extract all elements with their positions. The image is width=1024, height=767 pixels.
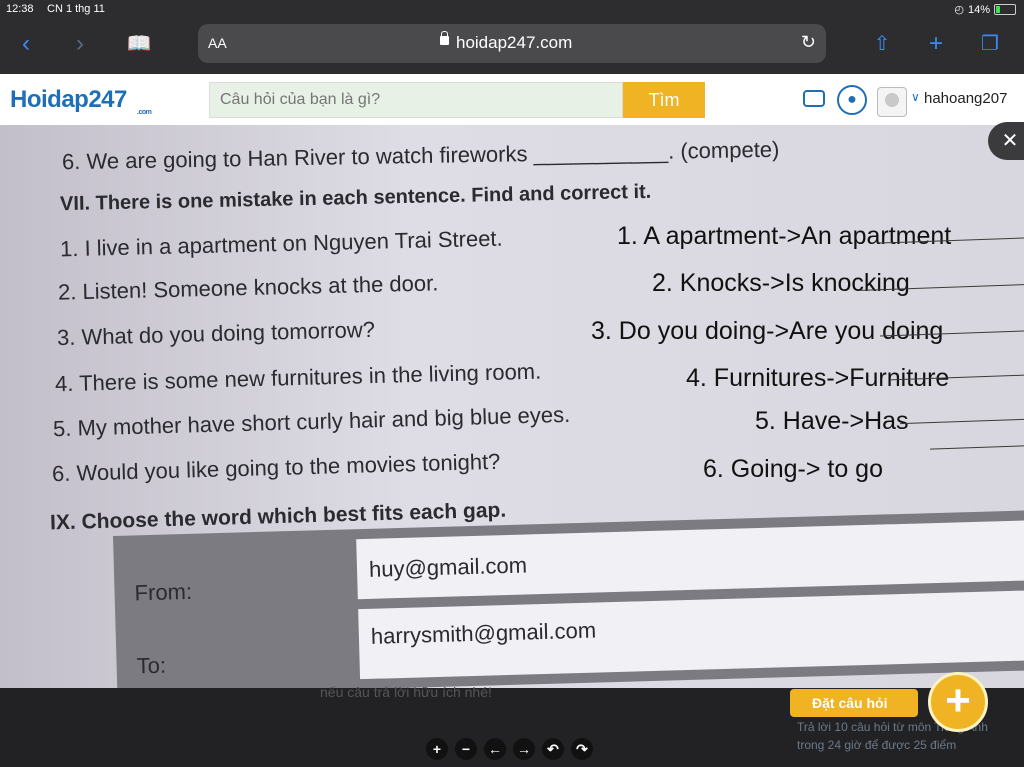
search-button[interactable]: Tìm [623,82,705,118]
url-text: hoidap247.com [456,33,573,52]
to-label: To: [136,652,167,679]
battery-percent: 14% [967,3,990,16]
search-input[interactable] [209,82,623,118]
background-text: nếu câu trả lời hữu ích nhé! [320,684,492,700]
tabs-icon[interactable]: ❐ [976,30,1004,58]
wifi-icon: ◴ [954,4,964,16]
email-table: From: huy@gmail.com To: harrysmith@gmail… [113,510,1024,688]
answer-1: 1. A apartment->An apartment [617,222,952,250]
site-logo[interactable]: Hoidap247 .com [10,86,152,116]
new-tab-icon[interactable]: + [922,30,950,58]
bookmarks-icon[interactable]: 📖 [125,30,153,58]
zoom-in-icon[interactable]: + [426,738,448,760]
answer-6: 6. Going-> to go [703,455,883,483]
ask-question-label[interactable]: Đặt câu hỏi [790,689,918,717]
close-icon[interactable]: ✕ [988,122,1024,160]
battery-icon [994,4,1016,15]
reader-aa-button[interactable]: AA [208,35,227,51]
answer-2: 2. Knocks->Is knocking [652,269,910,297]
rotate-right-icon[interactable]: ↷ [571,738,593,760]
username[interactable]: hahoang207 [924,90,1007,107]
zoom-out-icon[interactable]: − [455,738,477,760]
reload-icon[interactable]: ↻ [801,32,816,53]
chat-icon[interactable] [803,90,825,107]
rotate-left-icon[interactable]: ↶ [542,738,564,760]
address-bar[interactable]: AA hoidap247.com ↻ [198,24,826,63]
status-date: CN 1 thg 11 [47,3,105,15]
status-bar: 12:38 CN 1 thg 11 ◴ 14% [0,0,1024,18]
avatar[interactable] [877,87,907,117]
chevron-down-icon[interactable]: ∨ [911,90,920,104]
browser-toolbar: ‹ › 📖 AA hoidap247.com ↻ ⇧ + ❐ [0,18,1024,74]
answer-5: 5. Have->Has [755,407,909,435]
from-value: huy@gmail.com [368,552,528,582]
answer-3: 3. Do you doing->Are you doing [591,317,944,345]
status-right: ◴ 14% [954,3,1016,16]
from-label: From: [134,578,193,606]
arrow-left-icon[interactable]: ← [484,738,506,760]
bell-icon[interactable]: ● [837,85,867,115]
share-icon[interactable]: ⇧ [868,30,896,58]
ask-question-button[interactable]: + [928,672,988,732]
lock-icon [440,31,449,45]
logo-text: Hoidap247 [10,86,127,113]
forward-icon[interactable]: › [66,30,94,58]
back-icon[interactable]: ‹ [12,30,40,58]
site-header: Hoidap247 .com Tìm ● ∨ hahoang207 [0,74,1024,126]
question-photo: 6. We are going to Han River to watch fi… [0,125,1024,688]
arrow-right-icon[interactable]: → [513,738,535,760]
status-time: 12:38 [6,3,34,15]
logo-sub: .com [137,109,152,116]
